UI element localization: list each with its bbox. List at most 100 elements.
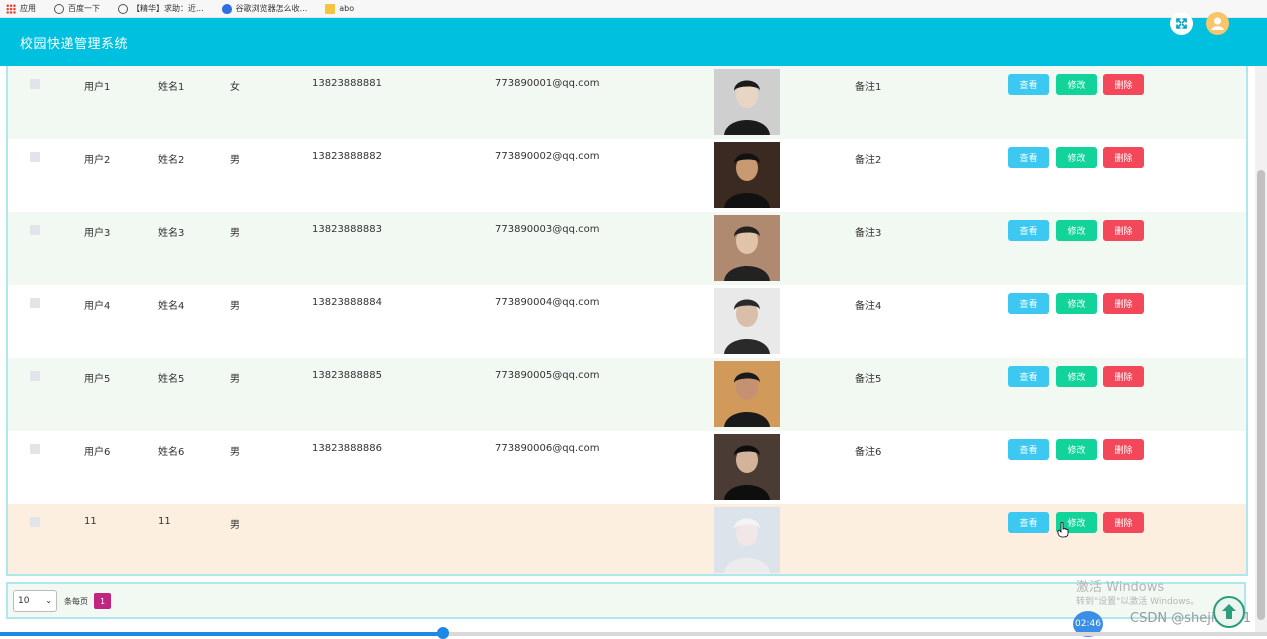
pagination: 10 ⌄ 条每页 1 [6, 582, 1246, 619]
delete-button[interactable]: 删除 [1103, 147, 1144, 168]
bookmarks-bar: 应用 百度一下 【精华】求助：近... 谷歌浏览器怎么收... abo [0, 0, 1267, 18]
bookmark-baidu[interactable]: 百度一下 [54, 3, 100, 14]
scrollbar-thumb[interactable] [1257, 170, 1265, 620]
row-checkbox[interactable] [30, 298, 40, 308]
cell-note: 备注1 [855, 82, 882, 93]
delete-button[interactable]: 删除 [1103, 439, 1144, 460]
bookmark-label: abo [339, 4, 355, 13]
row-checkbox[interactable] [30, 444, 40, 454]
page-size-select[interactable]: 10 ⌄ [13, 590, 57, 612]
user-photo [714, 288, 780, 354]
cell-phone: 13823888882 [312, 151, 382, 162]
cell-email: 773890004@qq.com [495, 297, 600, 308]
fullscreen-icon [1176, 18, 1187, 29]
cell-email: 773890001@qq.com [495, 78, 600, 89]
cell-username: 用户3 [84, 228, 111, 239]
row-checkbox[interactable] [30, 517, 40, 527]
bookmark-label: 百度一下 [68, 4, 100, 13]
edit-button[interactable]: 修改 [1056, 74, 1097, 95]
per-page-label: 条每页 [64, 597, 88, 606]
cell-note: 备注4 [855, 301, 882, 312]
user-photo [714, 215, 780, 281]
cell-phone: 13823888885 [312, 370, 382, 381]
table-row: 用户3 姓名3 男 13823888883 773890003@qq.com 备… [8, 212, 1246, 285]
back-to-top-button[interactable] [1213, 596, 1245, 628]
edit-button[interactable]: 修改 [1056, 220, 1097, 241]
cell-sex: 男 [230, 228, 240, 239]
hand-cursor-icon [1057, 522, 1069, 538]
view-button[interactable]: 查看 [1008, 512, 1049, 533]
cell-sex: 男 [230, 447, 240, 458]
cell-username: 用户5 [84, 374, 111, 385]
table-row: 用户2 姓名2 男 13823888882 773890002@qq.com 备… [8, 139, 1246, 212]
edit-button[interactable]: 修改 [1056, 439, 1097, 460]
cell-username: 用户6 [84, 447, 111, 458]
cell-sex: 男 [230, 301, 240, 312]
user-photo [714, 434, 780, 500]
cell-name: 姓名2 [158, 155, 185, 166]
page-size-value: 10 [18, 596, 30, 606]
edit-button[interactable]: 修改 [1056, 366, 1097, 387]
delete-button[interactable]: 删除 [1103, 366, 1144, 387]
globe-icon [118, 3, 128, 14]
edit-button[interactable]: 修改 [1056, 293, 1097, 314]
paw-icon [221, 3, 232, 14]
user-photo [714, 69, 780, 135]
cell-sex: 男 [230, 155, 240, 166]
cell-username: 用户4 [84, 301, 111, 312]
table-row: 用户6 姓名6 男 13823888886 773890006@qq.com 备… [8, 431, 1246, 504]
page-number-button[interactable]: 1 [94, 593, 111, 609]
table-row: 用户5 姓名5 男 13823888885 773890005@qq.com 备… [8, 358, 1246, 431]
delete-button[interactable]: 删除 [1103, 293, 1144, 314]
cell-phone: 13823888881 [312, 78, 382, 89]
user-avatar-button[interactable] [1206, 12, 1229, 35]
bookmark-label: 【精华】求助：近... [132, 4, 204, 13]
cell-phone: 13823888886 [312, 443, 382, 454]
edit-button[interactable]: 修改 [1056, 147, 1097, 168]
fullscreen-button[interactable] [1170, 12, 1193, 35]
view-button[interactable]: 查看 [1008, 439, 1049, 460]
user-photo [714, 142, 780, 208]
view-button[interactable]: 查看 [1008, 366, 1049, 387]
cell-email: 773890002@qq.com [495, 151, 600, 162]
row-checkbox[interactable] [30, 152, 40, 162]
bookmark-abo[interactable]: abo [325, 3, 355, 14]
folder-icon [325, 3, 336, 14]
apps-icon [6, 3, 16, 14]
cell-sex: 女 [230, 82, 240, 93]
cell-sex: 男 [230, 374, 240, 385]
delete-button[interactable]: 删除 [1103, 74, 1144, 95]
view-button[interactable]: 查看 [1008, 220, 1049, 241]
user-photo [714, 361, 780, 427]
cell-name: 姓名6 [158, 447, 185, 458]
video-progress-knob[interactable] [437, 627, 450, 639]
cell-email: 773890005@qq.com [495, 370, 600, 381]
arrow-up-icon [1222, 604, 1236, 619]
cell-phone: 13823888883 [312, 224, 382, 235]
video-progress-fill [0, 632, 444, 636]
cell-note: 备注6 [855, 447, 882, 458]
row-checkbox[interactable] [30, 225, 40, 235]
globe-icon [54, 3, 64, 14]
row-checkbox[interactable] [30, 371, 40, 381]
delete-button[interactable]: 删除 [1103, 512, 1144, 533]
bookmark-chrome[interactable]: 谷歌浏览器怎么收... [221, 3, 308, 14]
table-row: 11 11 男 查看 修改 删除 [8, 504, 1246, 574]
view-button[interactable]: 查看 [1008, 293, 1049, 314]
windows-activation-watermark: 激活 Windows [1076, 580, 1165, 595]
bookmark-apps[interactable]: 应用 [6, 3, 36, 14]
cell-note: 备注5 [855, 374, 882, 385]
bookmark-help[interactable]: 【精华】求助：近... [118, 3, 204, 14]
view-button[interactable]: 查看 [1008, 147, 1049, 168]
cell-name: 姓名5 [158, 374, 185, 385]
view-button[interactable]: 查看 [1008, 74, 1049, 95]
bookmark-label: 谷歌浏览器怎么收... [235, 4, 308, 13]
user-table: 用户1 姓名1 女 13823888881 773890001@qq.com 备… [6, 66, 1248, 576]
cell-note: 备注3 [855, 228, 882, 239]
row-checkbox[interactable] [30, 79, 40, 89]
cell-username: 用户1 [84, 82, 111, 93]
delete-button[interactable]: 删除 [1103, 220, 1144, 241]
user-photo [714, 507, 780, 573]
table-row: 用户4 姓名4 男 13823888884 773890004@qq.com 备… [8, 285, 1246, 358]
cell-name: 姓名3 [158, 228, 185, 239]
